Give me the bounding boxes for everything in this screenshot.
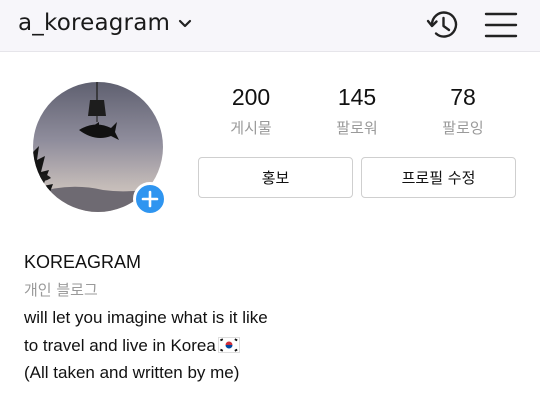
posts-label: 게시물 <box>230 119 272 137</box>
followers-count: 145 <box>337 84 377 110</box>
plus-icon <box>141 190 159 208</box>
bio-line-2: to travel and live in Korea <box>24 335 216 355</box>
posts-stat[interactable]: 200 게시물 <box>201 84 301 138</box>
profile-avatar-container <box>33 82 167 216</box>
following-stat[interactable]: 78 팔로잉 <box>413 84 513 138</box>
top-bar: a_koreagram <box>0 0 540 52</box>
bio-line-2-row: to travel and live in Korea <box>24 336 268 356</box>
following-count: 78 <box>450 84 476 110</box>
account-switcher[interactable]: a_koreagram <box>18 10 192 36</box>
followers-stat[interactable]: 145 팔로워 <box>307 84 407 138</box>
followers-label: 팔로워 <box>336 119 378 137</box>
posts-count: 200 <box>231 84 271 110</box>
add-story-button[interactable] <box>133 182 167 216</box>
bio-name: KOREAGRAM <box>24 252 142 272</box>
bio-category: 개인 블로그 <box>24 281 98 299</box>
bio-line-1: will let you imagine what is it like <box>24 308 268 327</box>
bio-section: KOREAGRAM 개인 블로그 will let you imagine wh… <box>24 252 268 383</box>
promote-button[interactable]: 홍보 <box>198 157 353 198</box>
menu-icon[interactable] <box>484 8 518 42</box>
edit-profile-button[interactable]: 프로필 수정 <box>361 157 516 198</box>
bio-line-3: (All taken and written by me) <box>24 363 240 383</box>
chevron-down-icon <box>178 19 192 29</box>
following-label: 팔로잉 <box>442 119 484 137</box>
history-icon[interactable] <box>424 6 462 44</box>
username: a_koreagram <box>18 10 171 36</box>
south-korea-flag-icon <box>217 336 240 353</box>
